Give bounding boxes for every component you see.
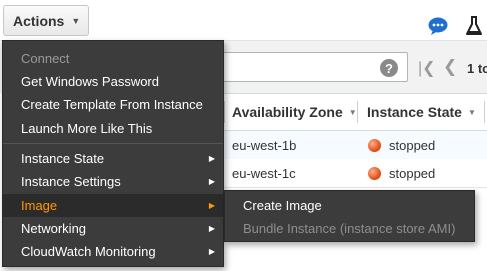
- availability-zone-cell: eu-west-1c: [232, 165, 296, 181]
- submenu-arrow-icon: ▶: [208, 224, 215, 233]
- menu-item-label: Launch More Like This: [21, 121, 153, 136]
- submenu-arrow-icon: ▶: [208, 154, 215, 163]
- menu-item-networking[interactable]: Networking ▶: [3, 217, 223, 240]
- instance-state-label: stopped: [389, 165, 436, 181]
- table-row[interactable]: eu-west-1b stopped: [222, 131, 487, 160]
- menu-item-instance-settings[interactable]: Instance Settings ▶: [3, 170, 223, 193]
- menu-item-connect: Connect: [3, 47, 223, 70]
- instance-state-cell: stopped: [368, 159, 435, 187]
- actions-label: Actions: [13, 12, 65, 29]
- availability-zone-cell: eu-west-1b: [232, 137, 297, 153]
- menu-item-label: Networking: [21, 221, 87, 236]
- menu-item-get-windows-password[interactable]: Get Windows Password: [3, 70, 223, 93]
- pagination-text: 1 to: [467, 61, 487, 76]
- submenu-arrow-icon: ▶: [208, 177, 215, 186]
- menu-item-label: Create Template From Instance: [21, 97, 203, 112]
- instance-state-cell: stopped: [368, 131, 435, 159]
- submenu-arrow-icon: ▶: [208, 247, 215, 256]
- menu-item-label: Get Windows Password: [21, 74, 159, 89]
- column-label: Instance State: [367, 104, 462, 120]
- table-header: Availability Zone ▼ Instance State ▼: [222, 93, 487, 131]
- column-header-instance-state[interactable]: Instance State ▼: [367, 94, 476, 130]
- menu-item-label: Image: [21, 198, 58, 213]
- submenu-item-label: Bundle Instance (instance store AMI): [243, 221, 456, 236]
- column-header-availability-zone[interactable]: Availability Zone ▼: [232, 94, 357, 130]
- first-page-icon[interactable]: |❮: [418, 58, 436, 78]
- menu-item-label: Instance Settings: [21, 174, 121, 189]
- submenu-item-create-image[interactable]: Create Image: [225, 194, 474, 217]
- chat-bubble-icon[interactable]: [428, 17, 448, 35]
- previous-page-icon[interactable]: ❮: [443, 57, 457, 77]
- column-separator: [357, 101, 358, 123]
- instance-state-label: stopped: [389, 137, 436, 153]
- stopped-status-icon: [368, 166, 381, 180]
- actions-button[interactable]: Actions ▼: [3, 5, 89, 36]
- menu-item-create-template[interactable]: Create Template From Instance: [3, 93, 223, 116]
- actions-menu: Connect Get Windows Password Create Temp…: [2, 40, 224, 267]
- table-row[interactable]: eu-west-1c stopped: [222, 159, 487, 188]
- flask-icon[interactable]: [466, 16, 482, 36]
- sort-caret-icon: ▼: [348, 107, 357, 117]
- top-toolbar: Actions ▼: [0, 0, 487, 41]
- menu-item-instance-state[interactable]: Instance State ▶: [3, 147, 223, 170]
- help-icon[interactable]: ?: [380, 59, 398, 77]
- menu-item-cloudwatch-monitoring[interactable]: CloudWatch Monitoring ▶: [3, 240, 223, 263]
- image-submenu: Create Image Bundle Instance (instance s…: [224, 190, 475, 242]
- sort-caret-icon: ▼: [467, 107, 476, 117]
- submenu-arrow-icon: ▶: [208, 201, 215, 210]
- submenu-item-label: Create Image: [243, 198, 322, 213]
- column-label: Availability Zone: [232, 104, 343, 120]
- column-separator: [484, 101, 485, 123]
- column-separator: [224, 101, 225, 123]
- menu-item-label: Connect: [21, 51, 70, 66]
- caret-down-icon: ▼: [71, 15, 81, 26]
- menu-divider: [3, 143, 223, 144]
- menu-item-label: Instance State: [21, 151, 105, 166]
- menu-item-launch-more-like-this[interactable]: Launch More Like This: [3, 117, 223, 140]
- stopped-status-icon: [368, 138, 381, 152]
- submenu-item-bundle-instance: Bundle Instance (instance store AMI): [225, 217, 474, 240]
- menu-item-image[interactable]: Image ▶: [3, 194, 223, 217]
- menu-item-label: CloudWatch Monitoring: [21, 244, 156, 259]
